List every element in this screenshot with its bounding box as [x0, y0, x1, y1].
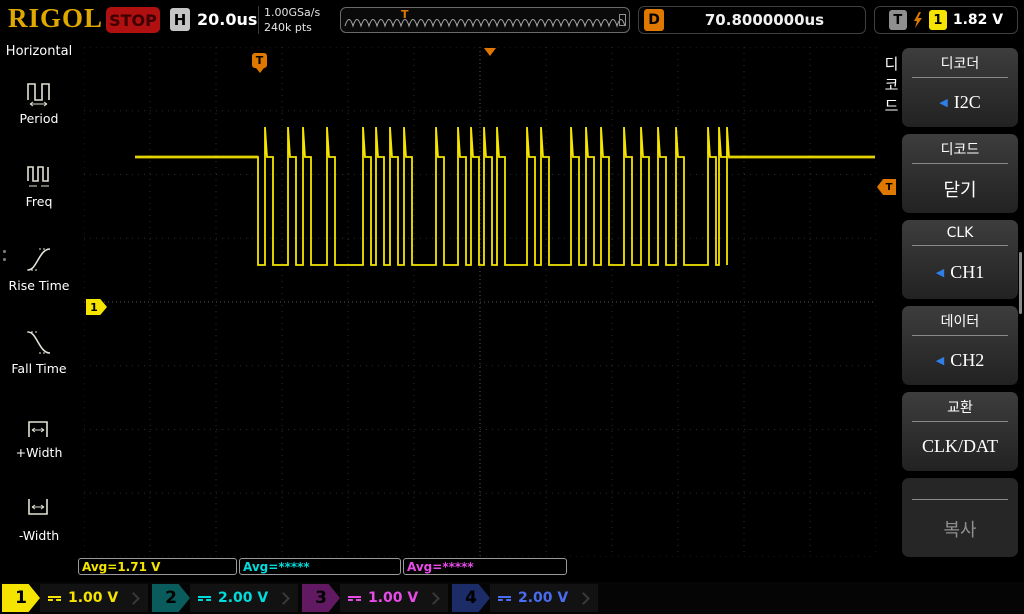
channel1-scale: 1.00 V [68, 590, 119, 606]
chevron-right-icon [577, 591, 591, 605]
channel4-tag[interactable]: 4 2.00 V [452, 584, 599, 612]
softkey-clk-source[interactable]: CLK ◀ CH1 [902, 220, 1018, 299]
softkey-title [912, 483, 1008, 500]
sidebar-item-fall-time[interactable]: Fall Time [0, 310, 78, 394]
minus-width-icon [28, 499, 48, 516]
channel2-tag[interactable]: 2 2.00 V [152, 584, 299, 612]
softkey-title: 디코더 [912, 53, 1008, 78]
sidebar-item-minus-width[interactable]: -Width [0, 477, 78, 561]
measurement-slot-2[interactable]: Avg=***** [239, 558, 401, 575]
trigger-point-flag-tip [256, 68, 264, 73]
channel2-scale: 2.00 V [218, 590, 269, 606]
plus-width-icon [28, 420, 48, 437]
softkey-value: CLK/DAT [922, 436, 998, 456]
channel3-number-badge: 3 [302, 584, 340, 612]
channel3-scale: 1.00 V [368, 590, 419, 606]
chevron-right-icon [127, 591, 141, 605]
softkey-title: 데이터 [912, 311, 1008, 336]
trigger-source-badge: 1 [928, 10, 947, 30]
softkey-decode-close[interactable]: 디코드 닫기 [902, 134, 1018, 213]
softkey-title: 디코드 [912, 139, 1008, 164]
channel4-number-badge: 4 [452, 584, 490, 612]
sidebar-item-freq[interactable]: Freq [0, 143, 78, 227]
window-end-icon [619, 14, 626, 26]
horizontal-timebase-group[interactable]: H 20.0us [170, 8, 257, 31]
softkey-decoder-type[interactable]: 디코더 ◀ I2C [902, 48, 1018, 127]
delay-badge: D [644, 9, 664, 31]
trigger-point-flag[interactable]: T [252, 53, 267, 68]
delay-value: 70.8000000us [704, 11, 825, 29]
softkey-value: 복사 [943, 519, 977, 540]
timebase-value: 20.0us [197, 10, 258, 29]
menu-scrollbar[interactable] [1019, 252, 1022, 314]
trigger-position-icon[interactable]: T [401, 8, 409, 21]
memory-wave-icon [344, 19, 626, 28]
horizontal-badge: H [170, 8, 190, 31]
dc-coupling-icon [498, 595, 511, 601]
softkey-menu: 디코더 ◀ I2C 디코드 닫기 CLK ◀ CH1 데이터 ◀ CH2 교환 … [902, 48, 1018, 557]
softkey-title: 교환 [912, 397, 1008, 422]
sidebar-item-rise-time[interactable]: Rise Time [0, 226, 78, 310]
fall-time-icon [27, 331, 51, 355]
channel-status-bar: 1 1.00 V 2 2.00 V 3 1.00 V 4 2.00 V [0, 582, 1024, 614]
delay-group[interactable]: D 70.8000000us [638, 6, 866, 34]
softkey-value: 닫기 [943, 179, 977, 200]
left-measure-menu: Horizontal Period Freq Rise Time Fall Ti… [0, 40, 78, 560]
sidebar-item-label: -Width [18, 528, 60, 544]
softkey-value: CH1 [950, 262, 985, 282]
period-icon [27, 82, 50, 107]
freq-icon [27, 166, 49, 187]
sidebar-item-label: Freq [25, 194, 53, 210]
select-arrow-icon: ◀ [939, 97, 948, 109]
top-status-bar: RIGOL STOP H 20.0us 1.00GSa/s 240k pts T… [0, 0, 1024, 40]
left-menu-title: Horizontal [5, 44, 73, 59]
divider [258, 6, 259, 34]
channel1-tag[interactable]: 1 1.00 V [2, 584, 149, 612]
dc-coupling-icon [198, 595, 211, 601]
chevron-right-icon [427, 591, 441, 605]
sidebar-item-plus-width[interactable]: +Width [0, 393, 78, 477]
trigger-group[interactable]: T 1 1.82 V [874, 6, 1018, 34]
trigger-delay-marker[interactable] [484, 48, 496, 56]
softkey-value: CH2 [950, 350, 985, 370]
select-arrow-icon: ◀ [935, 355, 945, 367]
trigger-edge-icon [913, 11, 922, 28]
sidebar-item-label: +Width [15, 444, 63, 460]
softkey-title: CLK [912, 225, 1008, 246]
channel4-scale: 2.00 V [518, 590, 569, 606]
select-arrow-icon: ◀ [935, 267, 945, 279]
sample-rate: 1.00GSa/s [264, 6, 321, 19]
horizontal-position-widget[interactable]: T [340, 7, 630, 33]
channel3-tag[interactable]: 3 1.00 V [302, 584, 449, 612]
chevron-right-icon [277, 591, 291, 605]
decode-menu-tab: 디코드 [882, 56, 900, 119]
waveform-display [84, 47, 876, 557]
trigger-level-marker[interactable]: T [877, 179, 896, 195]
softkey-value: I2C [953, 92, 981, 112]
acquisition-info: 1.00GSa/s 240k pts [264, 5, 320, 35]
channel2-number-badge: 2 [152, 584, 190, 612]
trigger-level-value: 1.82 V [952, 12, 1004, 28]
measurement-slot-1[interactable]: Avg=1.71 V [78, 558, 237, 575]
softkey-swap-clk-dat[interactable]: 교환 CLK/DAT [902, 392, 1018, 471]
dc-coupling-icon [48, 595, 61, 601]
oscilloscope-screen: RIGOL STOP H 20.0us 1.00GSa/s 240k pts T… [0, 0, 1024, 614]
menu-scroll-dots [3, 250, 6, 261]
dc-coupling-icon [348, 595, 361, 601]
rigol-logo: RIGOL [8, 3, 104, 33]
sidebar-item-period[interactable]: Period [0, 59, 78, 143]
run-stop-status[interactable]: STOP [106, 7, 160, 33]
rise-time-icon [27, 247, 51, 271]
sidebar-item-label: Fall Time [11, 361, 67, 377]
sidebar-item-label: Period [19, 110, 59, 126]
trigger-badge: T [888, 10, 907, 30]
measurement-slot-3[interactable]: Avg=***** [403, 558, 567, 575]
memory-depth: 240k pts [264, 21, 312, 34]
sidebar-item-label: Rise Time [8, 277, 70, 293]
softkey-data-source[interactable]: 데이터 ◀ CH2 [902, 306, 1018, 385]
softkey-copy: 복사 [902, 478, 1018, 557]
channel1-number-badge: 1 [2, 584, 40, 612]
